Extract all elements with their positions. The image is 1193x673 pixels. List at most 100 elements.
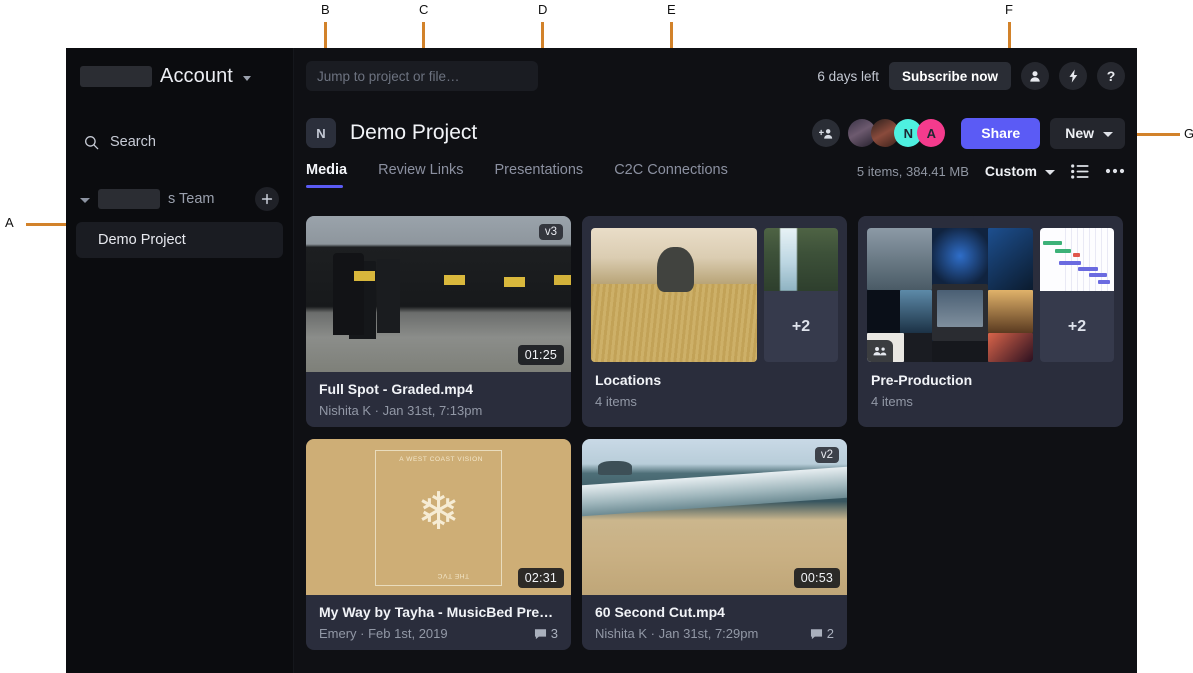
add-person-icon — [819, 127, 834, 140]
annotation-label-a: A — [5, 216, 14, 229]
annotation-label-c: C — [419, 3, 428, 16]
avatar-initial-a[interactable]: A — [917, 119, 945, 147]
add-project-button[interactable] — [255, 187, 279, 211]
list-icon[interactable] — [1071, 164, 1089, 179]
jump-to-search-input[interactable]: Jump to project or file… — [306, 61, 538, 91]
media-card-60-second-cut[interactable]: v2 00:53 60 Second Cut.mp4 Nishita K · J… — [582, 439, 847, 650]
new-button-label: New — [1065, 125, 1094, 141]
folder-preview-main — [591, 228, 757, 362]
jump-to-placeholder: Jump to project or file… — [317, 69, 460, 84]
card-meta: 60 Second Cut.mp4 Nishita K · Jan 31st, … — [582, 595, 847, 641]
tab-review-links[interactable]: Review Links — [378, 162, 463, 188]
card-meta: Full Spot - Graded.mp4 Nishita K · Jan 3… — [306, 372, 571, 418]
tab-bar-right: 5 items, 384.41 MB Custom — [857, 162, 1125, 179]
search-icon — [84, 135, 99, 150]
folder-preview: +2 — [591, 228, 838, 362]
thumbnail: A WEST COAST VISION ❄ THE TVC 02:31 — [306, 439, 571, 595]
comment-icon — [810, 628, 823, 640]
chevron-down-icon — [243, 76, 251, 81]
sidebar-search-label: Search — [110, 134, 156, 150]
chevron-down-icon — [1045, 170, 1055, 175]
folder-card-pre-production[interactable]: +2 Pre-Production 4 items — [858, 216, 1123, 427]
annotation-label-g: G — [1184, 127, 1193, 140]
card-title: 60 Second Cut.mp4 — [595, 604, 834, 620]
app-window: Account Search s Team — [66, 48, 1137, 673]
trial-days-left: 6 days left — [817, 69, 879, 84]
sidebar-team-label: s Team — [168, 191, 214, 207]
tab-c2c-connections[interactable]: C2C Connections — [614, 162, 728, 188]
account-menu-button[interactable] — [1021, 62, 1049, 90]
question-icon: ? — [1107, 68, 1116, 84]
card-title: Full Spot - Graded.mp4 — [319, 381, 558, 397]
media-card-my-way[interactable]: A WEST COAST VISION ❄ THE TVC 02:31 My W… — [306, 439, 571, 650]
top-bar: Jump to project or file… 6 days left Sub… — [294, 48, 1137, 104]
duration-badge: 00:53 — [794, 568, 840, 588]
help-button[interactable]: ? — [1097, 62, 1125, 90]
account-label: Account — [160, 65, 233, 88]
project-bar: N Demo Project N — [294, 104, 1137, 162]
account-switcher[interactable]: Account — [66, 48, 293, 104]
thumbnail: v3 01:25 — [306, 216, 571, 372]
card-subtitle: 4 items — [871, 394, 1110, 409]
sidebar-item-demo-project[interactable]: Demo Project — [76, 222, 283, 258]
version-badge: v2 — [815, 447, 839, 463]
folder-preview-side: +2 — [764, 228, 838, 362]
tab-presentations[interactable]: Presentations — [495, 162, 584, 188]
upgrade-button[interactable] — [1059, 62, 1087, 90]
card-meta: My Way by Tayha - MusicBed Pre… Emery · … — [306, 595, 571, 641]
project-bar-right: N A Share New — [812, 118, 1125, 149]
chevron-down-icon — [1103, 132, 1113, 137]
top-bar-right: 6 days left Subscribe now — [817, 62, 1125, 90]
duration-badge: 01:25 — [518, 345, 564, 365]
subscribe-now-button[interactable]: Subscribe now — [889, 62, 1011, 90]
media-card-full-spot[interactable]: v3 01:25 Full Spot - Graded.mp4 Nishita … — [306, 216, 571, 427]
card-title: Pre-Production — [871, 372, 1110, 388]
page-title: Demo Project — [350, 121, 477, 145]
more-horizontal-icon[interactable] — [1105, 168, 1125, 174]
annotation-label-b: B — [321, 3, 330, 16]
thumbnail-art — [591, 228, 757, 362]
art-text-bottom: THE TVC — [412, 572, 494, 579]
thumbnail-art — [1040, 228, 1114, 291]
sidebar-team-row[interactable]: s Team — [66, 182, 293, 216]
comment-count-label: 3 — [551, 626, 558, 641]
rose-icon: ❄ — [417, 486, 461, 538]
sidebar-search[interactable]: Search — [66, 122, 293, 162]
plus-icon — [261, 193, 273, 205]
folder-overflow-count: +2 — [1040, 291, 1114, 362]
folder-preview: +2 — [867, 228, 1114, 362]
comment-count: 2 — [810, 626, 834, 641]
folder-tab-shape — [858, 216, 974, 228]
card-subtitle: Emery · Feb 1st, 2019 — [319, 626, 448, 641]
thumbnail: v2 00:53 — [582, 439, 847, 595]
new-button[interactable]: New — [1050, 118, 1125, 149]
card-title: My Way by Tayha - MusicBed Pre… — [319, 604, 558, 620]
team-name-redacted — [98, 189, 160, 209]
version-badge: v3 — [539, 224, 563, 240]
card-subtitle: Nishita K · Jan 31st, 7:13pm — [319, 403, 482, 418]
people-icon — [873, 346, 887, 356]
comment-count-label: 2 — [827, 626, 834, 641]
folder-preview-main — [867, 228, 1033, 362]
folder-preview-side: +2 — [1040, 228, 1114, 362]
card-subtitle: Nishita K · Jan 31st, 7:29pm — [595, 626, 758, 641]
art-text-top: A WEST COAST VISION — [386, 456, 497, 463]
folder-tab-shape — [582, 216, 698, 228]
media-grid: v3 01:25 Full Spot - Graded.mp4 Nishita … — [294, 202, 1137, 673]
sidebar-item-label: Demo Project — [98, 232, 186, 248]
thumbnail-art — [867, 228, 1033, 362]
project-avatar: N — [306, 118, 336, 148]
item-count-label: 5 items, 384.41 MB — [857, 164, 969, 179]
account-name-redacted — [80, 66, 152, 87]
collaborator-avatars: N A — [848, 119, 945, 147]
folder-overflow-count: +2 — [764, 291, 838, 362]
annotation-label-d: D — [538, 3, 547, 16]
invite-collaborator-button[interactable] — [812, 119, 840, 147]
tab-media[interactable]: Media — [306, 162, 347, 188]
share-button[interactable]: Share — [961, 118, 1040, 149]
folder-preview-secondary — [764, 228, 838, 291]
annotation-label-f: F — [1005, 3, 1013, 16]
chevron-down-icon[interactable] — [80, 198, 90, 203]
sort-selector[interactable]: Custom — [985, 163, 1055, 179]
folder-card-locations[interactable]: +2 Locations 4 items — [582, 216, 847, 427]
